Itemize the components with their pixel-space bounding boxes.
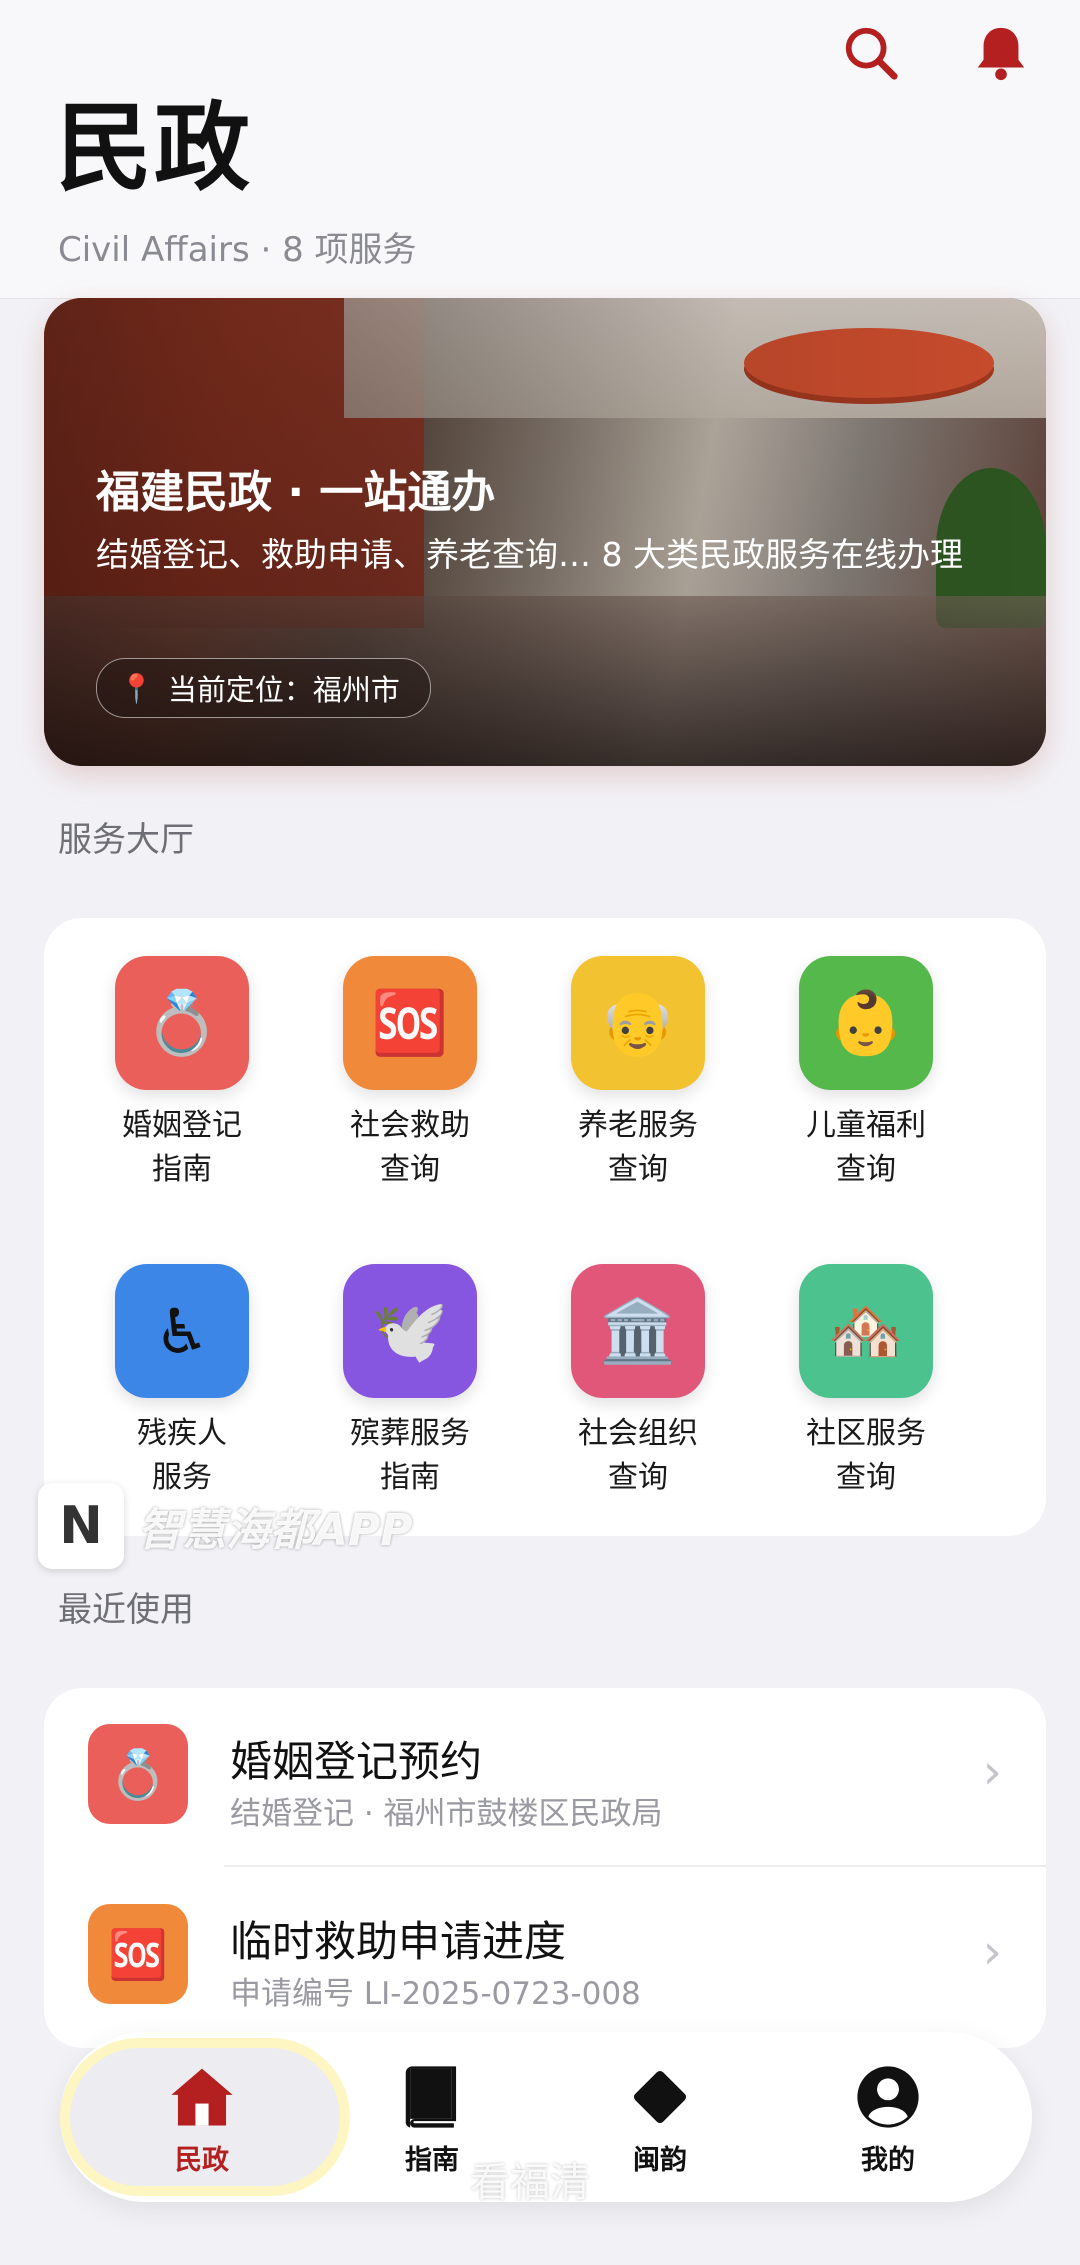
page-header: 民政 Civil Affairs · 8 项服务 [0, 0, 1080, 299]
service-label: 社会组织 查询 [578, 1416, 698, 1495]
list-item-title: 临时救助申请进度 [230, 1917, 567, 1966]
ring-icon: 💍 [88, 1724, 188, 1824]
service-item[interactable]: 🏘️ 社区服务 查询 [752, 1264, 980, 1500]
app-watermark: N 智慧海都APP [38, 1482, 413, 1570]
list-item[interactable]: 🆘 临时救助申请进度 申请编号 LI-2025-0723-008 › [44, 1868, 1046, 2048]
service-item[interactable]: 🆘 社会救助 查询 [296, 956, 524, 1192]
institution-icon: 🏛️ [571, 1264, 705, 1398]
tab-label: 我的 [861, 2145, 915, 2176]
service-label: 儿童福利 查询 [806, 1108, 926, 1187]
tab-label: 民政 [175, 2145, 229, 2176]
sos-icon: 🆘 [88, 1904, 188, 2004]
service-item[interactable]: ♿ 残疾人 服务 [68, 1264, 296, 1500]
services-grid: 💍 婚姻登记 指南 🆘 社会救助 查询 👴 养老服务 查询 👶 儿童福利 查询 ♿ 残疾人 服务 🕊… [44, 918, 1046, 1536]
page-subtitle: Civil Affairs · 8 项服务 [58, 230, 417, 270]
site-watermark: 看福清 [470, 2160, 590, 2206]
recent-section-title: 最近使用 [58, 1590, 194, 1630]
list-item[interactable]: 💍 婚姻登记预约 结婚登记 · 福州市鼓楼区民政局 › [44, 1688, 1046, 1868]
service-item[interactable]: 🕊️ 殡葬服务 指南 [296, 1264, 524, 1500]
tab-minyun[interactable]: 闽韵 [560, 2062, 760, 2177]
profile-icon [857, 2066, 919, 2128]
list-item-subtitle: 结婚登记 · 福州市鼓楼区民政局 [230, 1796, 663, 1832]
location-chip[interactable]: 📍 当前定位：福州市 [96, 658, 431, 718]
location-pin-icon: 📍 [119, 671, 154, 705]
ring-icon: 💍 [115, 956, 249, 1090]
watermark-text: 智慧海都APP [138, 1505, 413, 1556]
service-item[interactable]: 💍 婚姻登记 指南 [68, 956, 296, 1192]
recent-list: 💍 婚姻登记预约 结婚登记 · 福州市鼓楼区民政局 › 🆘 临时救助申请进度 申… [44, 1688, 1046, 2048]
tab-home[interactable]: 民政 [102, 2062, 302, 2177]
service-item[interactable]: 👴 养老服务 查询 [524, 956, 752, 1192]
dove-icon: 🕊️ [343, 1264, 477, 1398]
services-section-title: 服务大厅 [58, 820, 194, 860]
service-item[interactable]: 🏛️ 社会组织 查询 [524, 1264, 752, 1500]
service-item[interactable]: 👶 儿童福利 查询 [752, 956, 980, 1192]
houses-icon: 🏘️ [799, 1264, 933, 1398]
list-item-title: 婚姻登记预约 [230, 1737, 483, 1786]
book-icon [405, 2066, 457, 2128]
diamond-icon [633, 2070, 687, 2124]
bell-icon[interactable] [966, 18, 1036, 88]
tab-label: 闽韵 [633, 2145, 687, 2176]
chevron-right-icon: › [982, 1924, 1002, 1980]
wheelchair-icon: ♿ [115, 1264, 249, 1398]
tab-profile[interactable]: 我的 [788, 2062, 988, 2177]
sos-icon: 🆘 [343, 956, 477, 1090]
chevron-right-icon: › [982, 1744, 1002, 1800]
page-title: 民政 [56, 92, 252, 204]
service-label: 社会救助 查询 [350, 1108, 470, 1187]
hero-description: 结婚登记、救助申请、养老查询… 8 大类民政服务在线办理 [96, 535, 963, 574]
location-text: 当前定位：福州市 [167, 673, 400, 707]
watermark-logo-icon: N [38, 1483, 124, 1569]
hero-title: 福建民政 · 一站通办 [96, 467, 496, 518]
service-label: 社区服务 查询 [806, 1416, 926, 1495]
divider [224, 1865, 1046, 1867]
baby-icon: 👶 [799, 956, 933, 1090]
search-icon[interactable] [836, 18, 906, 88]
home-icon [171, 2068, 233, 2126]
service-label: 养老服务 查询 [578, 1108, 698, 1187]
list-item-subtitle: 申请编号 LI-2025-0723-008 [230, 1976, 641, 2012]
hero-banner[interactable]: 福建民政 · 一站通办 结婚登记、救助申请、养老查询… 8 大类民政服务在线办理… [44, 298, 1046, 766]
service-label: 婚姻登记 指南 [122, 1108, 242, 1187]
elder-icon: 👴 [571, 956, 705, 1090]
